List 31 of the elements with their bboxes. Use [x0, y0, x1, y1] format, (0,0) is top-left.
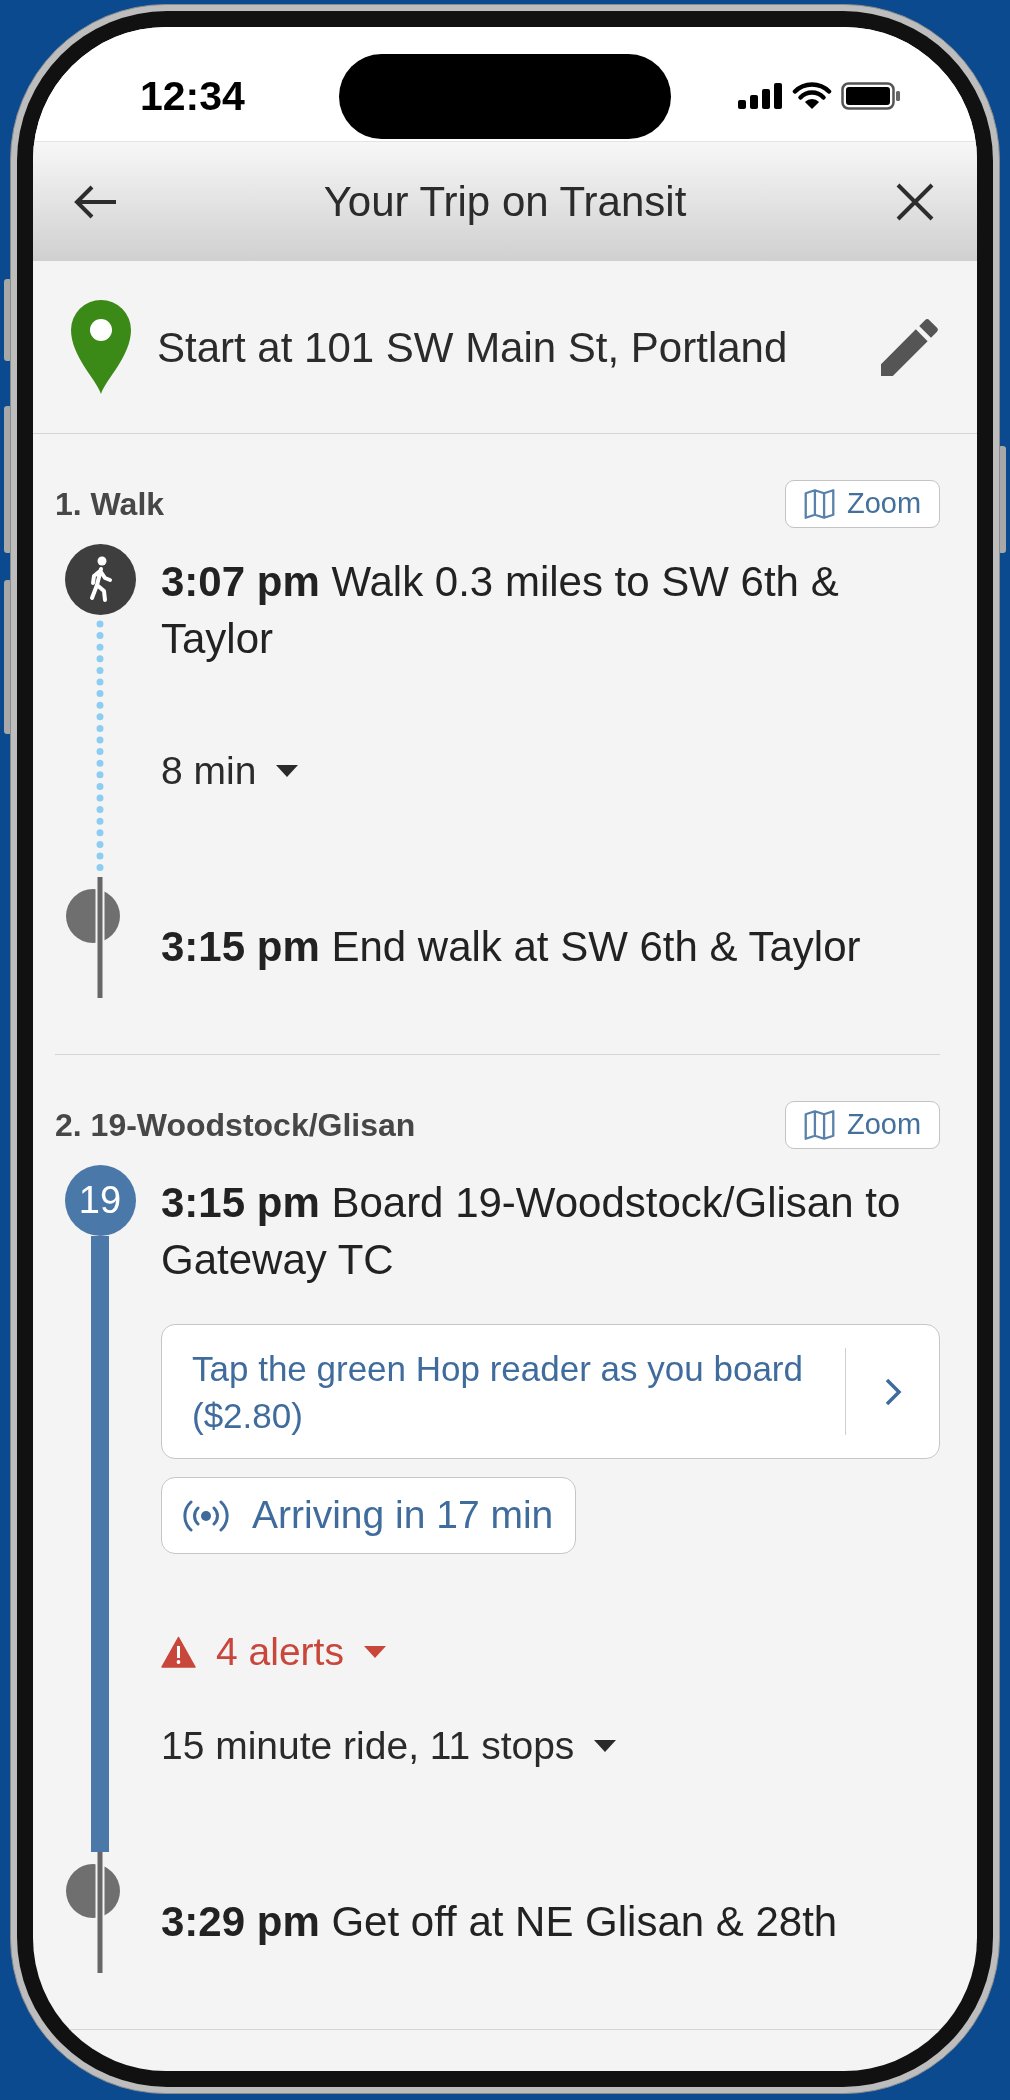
- header-title: Your Trip on Transit: [323, 177, 687, 227]
- step-text: 3:07 pm Walk 0.3 miles to SW 6th & Taylor: [161, 557, 840, 664]
- step-text: 3:29 pm Get off at NE Glisan & 28th: [161, 1897, 838, 1947]
- wifi-icon: [792, 82, 832, 110]
- back-arrow-icon: [73, 183, 117, 220]
- zoom-button[interactable]: Zoom: [785, 480, 940, 528]
- ride-details-toggle[interactable]: 15 minute ride, 11 stops: [161, 1719, 617, 1772]
- status-time: 12:34: [140, 75, 245, 117]
- route-badge: 19: [64, 1165, 136, 1236]
- walking-person-icon: [64, 544, 136, 615]
- edit-button[interactable]: [881, 318, 938, 376]
- map-icon: [804, 489, 835, 519]
- pencil-icon: [881, 318, 938, 376]
- leg-title: 1. Walk: [55, 485, 165, 524]
- close-icon: [896, 182, 934, 221]
- arrival-text: Arriving in 17 min: [252, 1492, 554, 1539]
- warning-icon: [161, 1635, 196, 1668]
- zoom-button[interactable]: Zoom: [785, 1101, 940, 1149]
- step-text: 3:15 pm Board 19-Woodstock/Glisan to Gateway TC: [161, 1178, 902, 1285]
- alerts-toggle[interactable]: 4 alerts: [161, 1625, 386, 1678]
- leg-title: 2. 19-Woodstock/Glisan: [55, 1106, 416, 1145]
- fare-card[interactable]: Tap the green Hop reader as you board ($2.80): [161, 1324, 940, 1459]
- location-pin-icon: [70, 299, 132, 395]
- battery-icon: [841, 82, 901, 110]
- step-text: 3:15 pm End walk at SW 6th & Taylor: [161, 922, 861, 972]
- signal-icon: [738, 83, 783, 109]
- broadcast-icon: [181, 1498, 231, 1533]
- duration-toggle[interactable]: 8 min: [161, 744, 299, 797]
- chevron-right-icon: [883, 1376, 902, 1407]
- start-location-text: Start at 101 SW Main St, Portland: [157, 322, 789, 373]
- map-icon: [804, 1110, 835, 1140]
